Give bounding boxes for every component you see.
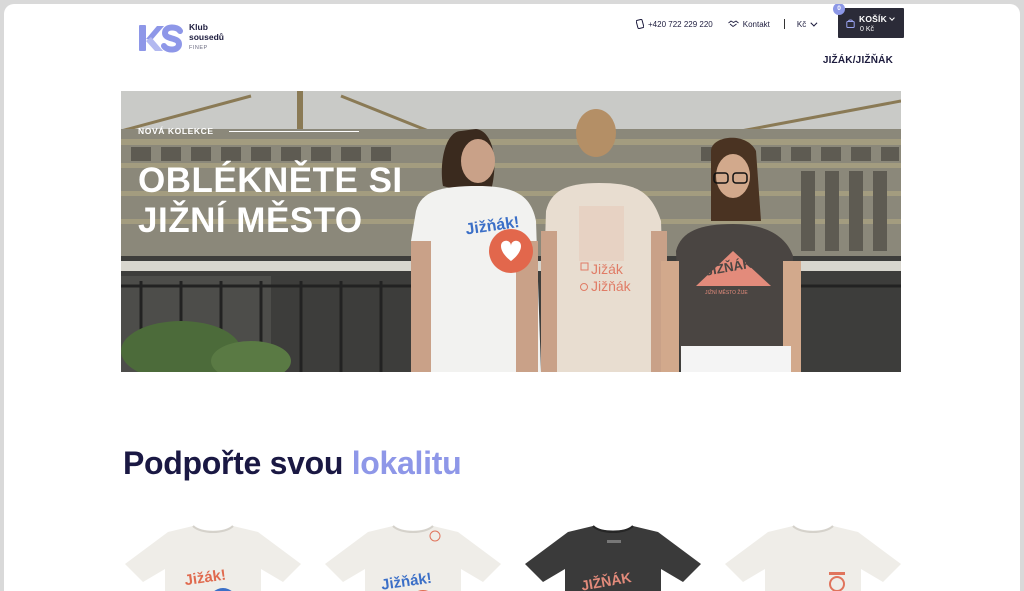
- product-card[interactable]: JIŽŇÁK: [523, 524, 703, 591]
- shirt2-print-2: Jižňák: [591, 278, 632, 294]
- cart-price: 0 Kč: [860, 26, 875, 33]
- cart-icon: [846, 19, 855, 28]
- chevron-down-icon: [889, 15, 895, 21]
- ks-logo-icon: [139, 24, 183, 52]
- section-title: Podpořte svou lokalitu: [123, 445, 462, 482]
- chevron-down-icon: [810, 19, 818, 27]
- topbar-divider: [783, 19, 785, 29]
- logo-line2: sousedů: [189, 32, 224, 42]
- product-image: Jižák!: [125, 525, 301, 591]
- product-card[interactable]: Jižák!: [123, 524, 303, 591]
- nav-jizak-jiznak[interactable]: JIŽÁK/JIŽŇÁK: [823, 55, 893, 66]
- logo-line1: Klub: [189, 22, 208, 32]
- cart-count-badge: 0: [833, 4, 845, 15]
- currency-select[interactable]: Kč: [796, 19, 818, 29]
- shirt3-sub: JIŽNÍ MĚSTO ŽIJE: [705, 288, 748, 296]
- contact-link[interactable]: Kontakt: [727, 19, 770, 29]
- logo-sub: FINEP: [189, 45, 208, 51]
- product-card[interactable]: [723, 524, 903, 591]
- product-image: [725, 525, 901, 591]
- section-title-main: Podpořte svou: [123, 445, 344, 481]
- phone-link[interactable]: +420 722 229 220: [636, 19, 713, 29]
- hero-title-line2: JIŽNÍ MĚSTO: [138, 201, 363, 240]
- site-logo[interactable]: Klub sousedů FINEP: [137, 22, 224, 53]
- hero-eyebrow-line: [229, 131, 359, 132]
- phone-number: +420 722 229 220: [648, 19, 713, 29]
- page: Klub sousedů FINEP +420 722 229 220 Kont…: [4, 4, 1020, 591]
- handshake-icon: [727, 20, 739, 28]
- shirt2-print-1: Jižák: [591, 261, 624, 277]
- product-card[interactable]: Jižňák!: [323, 524, 503, 591]
- hero-banner[interactable]: Jižňák! Jižák Jižňák JIŽŇÁK JIŽNÍ MĚSTO …: [121, 91, 901, 372]
- cart-label: KOŠÍK: [859, 14, 887, 24]
- product-grid: Jižák! Jižňák! JIŽŇÁK: [123, 524, 903, 591]
- cart-button[interactable]: 0 KOŠÍK 0 Kč: [833, 4, 904, 38]
- top-bar: +420 722 229 220 Kontakt Kč: [636, 18, 818, 30]
- phone-icon: [636, 19, 644, 29]
- hero-title: OBLÉKNĚTE SI JIŽNÍ MĚSTO: [138, 161, 403, 241]
- contact-label: Kontakt: [742, 19, 770, 29]
- currency-value: Kč: [796, 19, 807, 29]
- hero-title-line1: OBLÉKNĚTE SI: [138, 161, 403, 200]
- product-image: Jižňák!: [325, 525, 501, 591]
- hero-eyebrow: NOVÁ KOLEKCE: [138, 126, 214, 136]
- section-title-accent: lokalitu: [351, 445, 462, 481]
- product-image: JIŽŇÁK: [525, 525, 701, 591]
